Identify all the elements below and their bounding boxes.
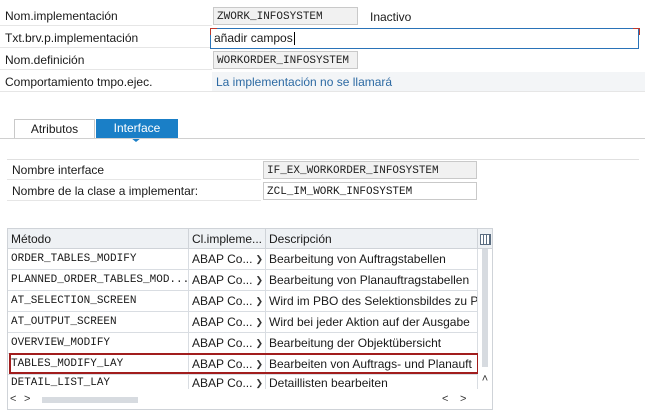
- chevron-left-icon[interactable]: ˂: [10, 393, 16, 405]
- status-text: Inactivo: [370, 10, 412, 24]
- chevron-right-icon-end[interactable]: ˃: [460, 393, 466, 405]
- runtime-label: Comportamiento tmpo.ejec.: [0, 72, 212, 92]
- vertical-scroll-thumb[interactable]: [482, 249, 488, 367]
- table-row[interactable]: DETAIL_LIST_LAY ABAP Co... ❯ Detaillisten…: [8, 375, 478, 389]
- text-caret: [293, 32, 295, 46]
- chevron-down-icon[interactable]: ❯: [255, 375, 263, 389]
- table-row[interactable]: AT_SELECTION_SCREEN ABAP Co... ❯ Wird im …: [8, 291, 478, 312]
- row-highlight-frame: [9, 353, 479, 374]
- tab-atributos[interactable]: Atributos: [14, 119, 95, 138]
- required-marker-left: [210, 28, 217, 35]
- interface-name-label: Nombre interface: [7, 160, 261, 180]
- impl-name-label: Nom.implementación: [0, 6, 212, 26]
- class-label: Nombre de la clase a implementar:: [7, 181, 261, 201]
- method-cell: PLANNED_ORDER_TABLES_MOD...: [8, 270, 189, 290]
- table-row[interactable]: ORDER_TABLES_MODIFY ABAP Co... ❯ Bearbeit…: [8, 249, 478, 270]
- method-cell: AT_SELECTION_SCREEN: [8, 291, 189, 311]
- chevron-down-icon[interactable]: ❯: [255, 270, 263, 290]
- methods-grid: Método Cl.impleme... Descripción ORDER_T…: [7, 228, 493, 410]
- impl-name-field[interactable]: ZWORK_INFOSYSTEM: [213, 7, 358, 25]
- chevron-down-icon[interactable]: ❯: [255, 249, 263, 269]
- short-text-input[interactable]: añadir campos: [210, 28, 639, 49]
- class-cell[interactable]: ABAP Co... ❯: [189, 270, 266, 290]
- chevron-down-icon[interactable]: ❯: [255, 291, 263, 311]
- col-header-class[interactable]: Cl.impleme...: [189, 229, 266, 249]
- table-row[interactable]: OVERVIEW_MODIFY ABAP Co... ❯ Bearbeitung …: [8, 333, 478, 354]
- short-text-value: añadir campos: [214, 31, 293, 45]
- table-settings-icon: [480, 234, 491, 245]
- class-cell[interactable]: ABAP Co... ❯: [189, 291, 266, 311]
- method-cell: OVERVIEW_MODIFY: [8, 333, 189, 353]
- class-value: ABAP Co...: [192, 315, 253, 329]
- class-field[interactable]: ZCL_IM_WORK_INFOSYSTEM: [263, 182, 477, 200]
- class-cell[interactable]: ABAP Co... ❯: [189, 375, 266, 389]
- horizontal-scroll-thumb[interactable]: [42, 397, 138, 403]
- class-value: ABAP Co...: [192, 273, 253, 287]
- description-cell: Wird bei jeder Aktion auf der Ausgabe: [266, 312, 478, 332]
- definition-label: Nom.definición: [0, 50, 212, 70]
- method-cell: DETAIL_LIST_LAY: [8, 375, 189, 389]
- description-cell: Wird im PBO des Selektionsbildes zu P: [266, 291, 478, 311]
- table-row[interactable]: AT_OUTPUT_SCREEN ABAP Co... ❯ Wird bei je…: [8, 312, 478, 333]
- tab-interface[interactable]: Interface: [96, 119, 178, 138]
- class-value: ABAP Co...: [192, 252, 253, 266]
- description-cell: Bearbeitung von Auftragstabellen: [266, 249, 478, 269]
- table-row[interactable]: PLANNED_ORDER_TABLES_MOD... ABAP Co... ❯ …: [8, 270, 478, 291]
- horizontal-scrollbar[interactable]: ˂ ˃ ˂ ˃: [8, 389, 478, 409]
- tab-strip-divider: [0, 138, 645, 139]
- col-header-method[interactable]: Método: [8, 229, 189, 249]
- description-cell: Detaillisten bearbeiten: [266, 375, 478, 389]
- chevron-left-icon-end[interactable]: ˂: [442, 393, 448, 405]
- description-cell: Bearbeitung von Planauftragstabellen: [266, 270, 478, 290]
- interface-name-field[interactable]: IF_EX_WORKORDER_INFOSYSTEM: [263, 161, 477, 179]
- class-value: ABAP Co...: [192, 376, 253, 389]
- description-cell: Bearbeitung der Objektübersicht: [266, 333, 478, 353]
- class-cell[interactable]: ABAP Co... ❯: [189, 312, 266, 332]
- class-cell[interactable]: ABAP Co... ❯: [189, 249, 266, 269]
- short-text-label: Txt.brv.p.implementación: [0, 28, 212, 48]
- col-header-description[interactable]: Descripción: [266, 229, 478, 249]
- method-cell: AT_OUTPUT_SCREEN: [8, 312, 189, 332]
- grid-settings-button[interactable]: [478, 229, 492, 249]
- runtime-value: La implementación no se llamará: [212, 72, 645, 92]
- method-cell: ORDER_TABLES_MODIFY: [8, 249, 189, 269]
- vertical-scrollbar[interactable]: ˄: [478, 249, 492, 389]
- class-value: ABAP Co...: [192, 294, 253, 308]
- chevron-down-icon[interactable]: ❯: [255, 312, 263, 332]
- required-marker-right: [633, 28, 640, 35]
- chevron-up-icon[interactable]: ˄: [479, 373, 491, 385]
- class-cell[interactable]: ABAP Co... ❯: [189, 333, 266, 353]
- class-value: ABAP Co...: [192, 336, 253, 350]
- chevron-down-icon[interactable]: ❯: [255, 333, 263, 353]
- chevron-right-icon[interactable]: ˃: [24, 393, 30, 405]
- definition-field[interactable]: WORKORDER_INFOSYSTEM: [213, 51, 358, 69]
